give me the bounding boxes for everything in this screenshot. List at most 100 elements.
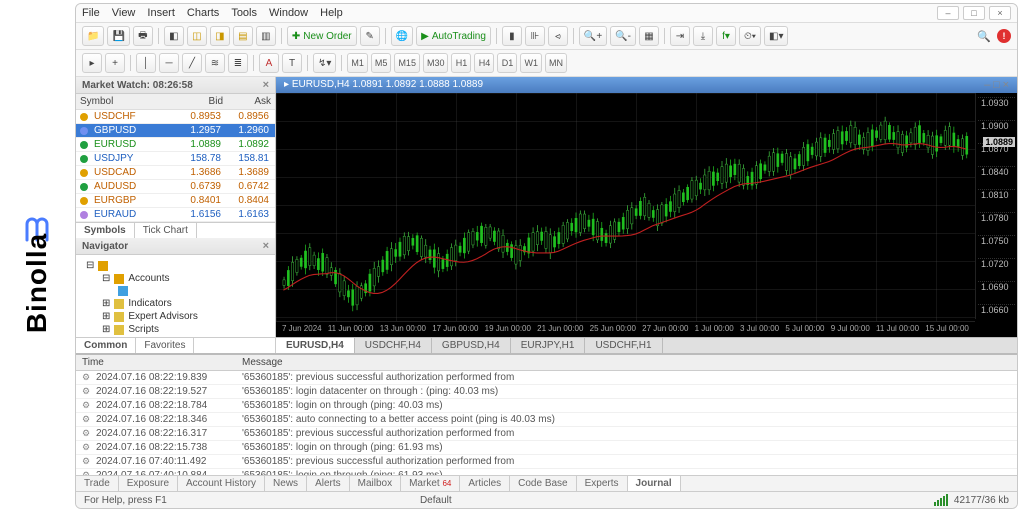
- journal-row[interactable]: ⚙2024.07.16 08:22:19.527'65360185': logi…: [76, 385, 1017, 399]
- terminal-tab-journal[interactable]: Journal: [628, 476, 681, 491]
- tf-h4[interactable]: H4: [474, 53, 494, 73]
- nav-scripts[interactable]: ⊞ Scripts: [82, 323, 269, 336]
- terminal-tab-news[interactable]: News: [265, 476, 307, 491]
- tab-tick-chart[interactable]: Tick Chart: [135, 223, 197, 238]
- menu-charts[interactable]: Charts: [187, 7, 219, 19]
- term-col-time[interactable]: Time: [82, 357, 242, 368]
- indicators-icon[interactable]: f▾: [716, 26, 736, 46]
- crosshair-icon[interactable]: +: [105, 53, 125, 73]
- line-chart-icon[interactable]: ⪦: [548, 26, 568, 46]
- chart-max-icon[interactable]: □: [993, 79, 1000, 91]
- close-icon[interactable]: ×: [263, 240, 269, 252]
- channel-icon[interactable]: ≋: [205, 53, 225, 73]
- window-close-button[interactable]: ×: [989, 6, 1011, 20]
- templates-icon[interactable]: ◧▾: [764, 26, 788, 46]
- terminal-icon[interactable]: ▤: [233, 26, 253, 46]
- tf-mn[interactable]: MN: [545, 53, 567, 73]
- tf-w1[interactable]: W1: [520, 53, 542, 73]
- periods-icon[interactable]: ⏲▾: [739, 26, 761, 46]
- terminal-tab-experts[interactable]: Experts: [577, 476, 628, 491]
- text-label-icon[interactable]: T: [282, 53, 302, 73]
- col-symbol[interactable]: Symbol: [80, 96, 175, 107]
- search-icon[interactable]: 🔍: [977, 30, 991, 43]
- terminal-tab-articles[interactable]: Articles: [460, 476, 510, 491]
- fibo-icon[interactable]: ≣: [228, 53, 248, 73]
- cursor-icon[interactable]: ▸: [82, 53, 102, 73]
- profile-icon[interactable]: ◧: [164, 26, 184, 46]
- chart-shift-icon[interactable]: ⤓: [693, 26, 713, 46]
- zoom-in-icon[interactable]: 🔍+: [579, 26, 607, 46]
- chart-tab[interactable]: GBPUSD,H4: [432, 338, 511, 353]
- market-watch-icon[interactable]: ◫: [187, 26, 207, 46]
- nav-account-item[interactable]: [82, 285, 269, 297]
- term-col-message[interactable]: Message: [242, 357, 1011, 368]
- tf-m15[interactable]: M15: [394, 53, 420, 73]
- chart-tab[interactable]: USDCHF,H4: [355, 338, 432, 353]
- col-bid[interactable]: Bid: [175, 96, 223, 107]
- tab-symbols[interactable]: Symbols: [76, 223, 135, 238]
- terminal-tab-mailbox[interactable]: Mailbox: [350, 476, 401, 491]
- window-maximize-button[interactable]: □: [963, 6, 985, 20]
- text-icon[interactable]: A: [259, 53, 279, 73]
- new-order-button[interactable]: ✚New Order: [287, 26, 357, 46]
- alert-badge[interactable]: !: [997, 29, 1011, 43]
- trendline-icon[interactable]: ╱: [182, 53, 202, 73]
- close-icon[interactable]: ×: [263, 79, 269, 91]
- arrows-icon[interactable]: ↯▾: [313, 53, 336, 73]
- print-icon[interactable]: 🖶: [133, 26, 153, 46]
- tf-m5[interactable]: M5: [371, 53, 392, 73]
- menu-view[interactable]: View: [112, 7, 136, 19]
- market-watch-row[interactable]: EURGBP0.84010.8404: [76, 194, 275, 208]
- menu-window[interactable]: Window: [269, 7, 308, 19]
- col-ask[interactable]: Ask: [223, 96, 271, 107]
- nav-experts[interactable]: ⊞ Expert Advisors: [82, 310, 269, 323]
- tab-favorites[interactable]: Favorites: [136, 338, 194, 353]
- tester-icon[interactable]: ▥: [256, 26, 276, 46]
- chart-close-icon[interactable]: ×: [1003, 79, 1009, 91]
- chart-canvas[interactable]: 1.09301.09001.08701.08401.08101.07801.07…: [276, 93, 1017, 337]
- terminal-tab-exposure[interactable]: Exposure: [119, 476, 178, 491]
- save-icon[interactable]: 💾: [107, 26, 129, 46]
- market-watch-row[interactable]: USDJPY158.78158.81: [76, 152, 275, 166]
- menu-insert[interactable]: Insert: [147, 7, 175, 19]
- metaeditor-icon[interactable]: ✎: [360, 26, 380, 46]
- menu-tools[interactable]: Tools: [231, 7, 257, 19]
- chart-tab[interactable]: USDCHF,H1: [585, 338, 662, 353]
- tile-windows-icon[interactable]: ▦: [639, 26, 659, 46]
- market-watch-row[interactable]: AUDUSD0.67390.6742: [76, 180, 275, 194]
- terminal-tab-alerts[interactable]: Alerts: [307, 476, 350, 491]
- auto-scroll-icon[interactable]: ⇥: [670, 26, 690, 46]
- folder-icon[interactable]: 📁: [82, 26, 104, 46]
- chart-tab[interactable]: EURJPY,H1: [511, 338, 586, 353]
- menu-help[interactable]: Help: [320, 7, 343, 19]
- tf-m30[interactable]: M30: [423, 53, 449, 73]
- hline-icon[interactable]: ─: [159, 53, 179, 73]
- market-watch-row[interactable]: GBPUSD1.29571.2960: [76, 124, 275, 138]
- tf-m1[interactable]: M1: [347, 53, 368, 73]
- chart-tab[interactable]: EURUSD,H4: [276, 338, 355, 353]
- journal-row[interactable]: ⚙2024.07.16 08:22:15.738'65360185': logi…: [76, 441, 1017, 455]
- journal-row[interactable]: ⚙2024.07.16 08:22:18.784'65360185': logi…: [76, 399, 1017, 413]
- terminal-tab-trade[interactable]: Trade: [76, 476, 119, 491]
- chart-min-icon[interactable]: –: [984, 79, 990, 91]
- menu-file[interactable]: File: [82, 7, 100, 19]
- journal-row[interactable]: ⚙2024.07.16 07:40:11.492'65360185': prev…: [76, 455, 1017, 469]
- tf-d1[interactable]: D1: [497, 53, 517, 73]
- journal-row[interactable]: ⚙2024.07.16 08:22:16.317'65360185': prev…: [76, 427, 1017, 441]
- market-watch-row[interactable]: EURAUD1.61561.6163: [76, 208, 275, 222]
- tf-h1[interactable]: H1: [451, 53, 471, 73]
- autotrading-button[interactable]: ▶AutoTrading: [416, 26, 491, 46]
- vline-icon[interactable]: │: [136, 53, 156, 73]
- terminal-tab-account-history[interactable]: Account History: [178, 476, 265, 491]
- window-minimize-button[interactable]: –: [937, 6, 959, 20]
- nav-accounts[interactable]: ⊟ Accounts: [82, 272, 269, 285]
- navigator-icon[interactable]: ◨: [210, 26, 230, 46]
- bar-chart-icon[interactable]: ▮: [502, 26, 522, 46]
- zoom-out-icon[interactable]: 🔍-: [610, 26, 636, 46]
- journal-row[interactable]: ⚙2024.07.16 08:22:18.346'65360185': auto…: [76, 413, 1017, 427]
- journal-row[interactable]: ⚙2024.07.16 08:22:19.839'65360185': prev…: [76, 371, 1017, 385]
- market-watch-row[interactable]: EURUSD1.08891.0892: [76, 138, 275, 152]
- nav-root[interactable]: ⊟: [82, 259, 269, 272]
- nav-indicators[interactable]: ⊞ Indicators: [82, 297, 269, 310]
- terminal-tab-market[interactable]: Market 64: [401, 476, 460, 491]
